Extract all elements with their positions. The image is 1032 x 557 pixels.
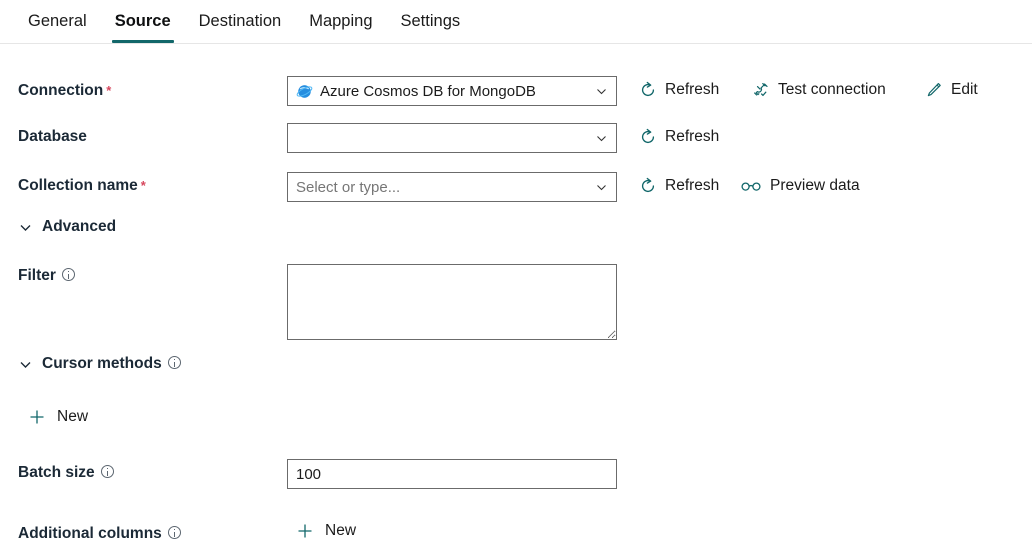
preview-data-label: Preview data <box>770 177 860 194</box>
additional-columns-label-text: Additional columns <box>18 525 162 542</box>
filter-input[interactable] <box>287 264 617 340</box>
tab-settings-label: Settings <box>400 12 461 30</box>
additional-columns-row: Additional columns New <box>0 522 1032 552</box>
additional-columns-label: Additional columns <box>18 525 181 543</box>
glasses-icon <box>740 177 762 195</box>
cursor-methods-new-label: New <box>57 408 89 425</box>
plus-icon <box>296 522 314 540</box>
edit-connection-button[interactable]: Edit <box>925 81 978 99</box>
chevron-down-icon <box>18 220 33 235</box>
connection-label: Connection * <box>18 82 111 100</box>
tab-destination[interactable]: Destination <box>185 0 296 43</box>
refresh-icon <box>639 128 657 146</box>
database-refresh-button[interactable]: Refresh <box>639 128 719 146</box>
batch-size-row: Batch size <box>0 459 1032 489</box>
tab-destination-label: Destination <box>198 12 282 30</box>
cosmos-db-icon <box>296 83 313 100</box>
info-icon[interactable] <box>100 465 114 478</box>
info-icon[interactable] <box>167 356 181 369</box>
tab-mapping-label: Mapping <box>309 12 373 30</box>
connection-dropdown[interactable]: Azure Cosmos DB for MongoDB <box>287 76 617 106</box>
filter-row: Filter <box>0 264 1032 342</box>
database-label-text: Database <box>18 128 87 145</box>
advanced-label: Advanced <box>42 218 117 235</box>
database-label: Database <box>18 128 87 146</box>
tab-mapping[interactable]: Mapping <box>295 0 386 43</box>
batch-size-label-text: Batch size <box>18 464 95 481</box>
info-icon[interactable] <box>167 526 181 539</box>
pencil-icon <box>925 81 943 99</box>
connection-refresh-label: Refresh <box>665 81 720 98</box>
chevron-down-icon <box>595 132 608 145</box>
connection-required-asterisk: * <box>106 83 112 98</box>
chevron-down-icon <box>595 85 608 98</box>
collection-refresh-label: Refresh <box>665 177 720 194</box>
connection-row: Connection * Azure Cosmos DB for MongoDB… <box>0 76 1032 106</box>
test-connection-button[interactable]: Test connection <box>752 81 886 99</box>
collection-name-label: Collection name * <box>18 177 146 195</box>
advanced-section-header[interactable]: Advanced <box>18 218 116 236</box>
batch-size-label: Batch size <box>18 464 114 482</box>
connection-value: Azure Cosmos DB for MongoDB <box>320 82 536 100</box>
edit-connection-label: Edit <box>951 81 978 98</box>
connection-label-text: Connection <box>18 82 104 99</box>
refresh-icon <box>639 177 657 195</box>
collection-name-dropdown[interactable]: Select or type... <box>287 172 617 202</box>
cursor-methods-section-header[interactable]: Cursor methods <box>18 355 181 373</box>
database-refresh-label: Refresh <box>665 128 720 145</box>
collection-name-required-asterisk: * <box>140 178 146 193</box>
collection-name-label-text: Collection name <box>18 177 138 194</box>
tab-settings[interactable]: Settings <box>387 0 475 43</box>
collection-name-placeholder: Select or type... <box>296 178 401 196</box>
additional-columns-new-button[interactable]: New <box>296 522 356 540</box>
tab-source[interactable]: Source <box>101 0 185 43</box>
cursor-methods-label: Cursor methods <box>42 355 162 372</box>
collection-refresh-button[interactable]: Refresh <box>639 177 719 195</box>
cursor-methods-new-button[interactable]: New <box>28 408 88 426</box>
refresh-icon <box>639 81 657 99</box>
tab-general-label: General <box>28 12 87 30</box>
tab-source-label: Source <box>114 12 171 30</box>
info-icon[interactable] <box>61 268 75 281</box>
filter-label: Filter <box>18 267 75 285</box>
database-dropdown[interactable] <box>287 123 617 153</box>
chevron-down-icon <box>595 181 608 194</box>
test-connection-label: Test connection <box>778 81 886 98</box>
tab-strip: General Source Destination Mapping Setti… <box>0 0 1032 44</box>
collection-name-row: Collection name * Select or type... Refr… <box>0 172 1032 202</box>
plus-icon <box>28 408 46 426</box>
database-row: Database Refresh <box>0 123 1032 153</box>
plug-check-icon <box>752 81 770 99</box>
chevron-down-icon <box>18 357 33 372</box>
additional-columns-new-label: New <box>325 522 357 539</box>
tab-general[interactable]: General <box>14 0 101 43</box>
filter-label-text: Filter <box>18 267 56 284</box>
batch-size-input[interactable] <box>287 459 617 489</box>
connection-refresh-button[interactable]: Refresh <box>639 81 719 99</box>
preview-data-button[interactable]: Preview data <box>740 177 860 195</box>
